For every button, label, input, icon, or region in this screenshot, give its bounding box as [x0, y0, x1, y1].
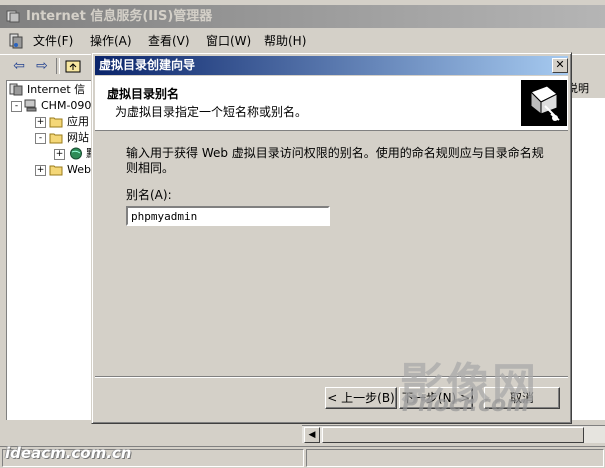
collapse-icon[interactable]: -: [35, 133, 46, 144]
scroll-left-icon[interactable]: ◀: [304, 427, 320, 443]
iis-app-icon: [6, 10, 20, 23]
menu-bar: 文件(F) 操作(A) 查看(V) 窗口(W) 帮助(H): [0, 30, 605, 52]
iis-icon: [9, 83, 23, 96]
iis-console-icon[interactable]: [8, 33, 24, 49]
back-arrow-icon[interactable]: ⇦: [10, 57, 28, 75]
alias-label: 别名(A):: [126, 188, 172, 202]
folder-icon: [49, 117, 63, 128]
wizard-header: 虚拟目录别名 为虚拟目录指定一个短名称或别名。: [95, 76, 568, 131]
main-window-title: Internet 信息服务(IIS)管理器: [26, 9, 213, 24]
menu-window[interactable]: 窗口(W): [206, 33, 251, 49]
watermark-url: ideacm.com.cn: [5, 444, 132, 462]
menu-action[interactable]: 操作(A): [90, 33, 132, 49]
tree-label: CHM-090: [41, 99, 92, 112]
globe-icon: [70, 147, 82, 160]
wizard-title-bar[interactable]: 虚拟目录创建向导 ✕: [95, 56, 568, 75]
status-cell: [306, 449, 604, 467]
folder-icon: [49, 133, 63, 144]
toolbar-separator: [56, 58, 60, 74]
wizard-title: 虚拟目录创建向导: [99, 58, 196, 72]
menu-help[interactable]: 帮助(H): [264, 33, 306, 49]
tree-label: Internet 信: [27, 83, 86, 96]
menu-view[interactable]: 查看(V): [148, 33, 190, 49]
details-pane[interactable]: [572, 98, 605, 428]
horizontal-scrollbar[interactable]: ◀: [302, 425, 605, 443]
tree-label: 应用: [67, 115, 89, 128]
alias-input[interactable]: [126, 206, 330, 226]
wizard-description: 输入用于获得 Web 虚拟目录访问权限的别名。使用的命名规则应与目录命名规则相同…: [126, 146, 544, 175]
expand-icon[interactable]: +: [54, 149, 65, 160]
collapse-icon[interactable]: -: [11, 101, 22, 112]
wizard-step-subtitle: 为虚拟目录指定一个短名称或别名。: [115, 105, 308, 119]
expand-icon[interactable]: +: [35, 165, 46, 176]
wizard-step-title: 虚拟目录别名: [107, 87, 180, 101]
expand-icon[interactable]: +: [35, 117, 46, 128]
console-tree[interactable]: Internet 信 - CHM-090 + 应用 - 网站 + + Web: [6, 80, 97, 442]
scrollbar-thumb[interactable]: [322, 427, 584, 443]
forward-arrow-icon[interactable]: ⇨: [33, 57, 51, 75]
up-folder-icon[interactable]: [64, 57, 82, 75]
menu-file[interactable]: 文件(F): [33, 33, 73, 49]
close-icon[interactable]: ✕: [552, 58, 568, 73]
main-title-bar[interactable]: Internet 信息服务(IIS)管理器: [0, 5, 605, 28]
computer-icon: [24, 99, 37, 112]
back-button[interactable]: < 上一步(B): [325, 387, 397, 409]
tree-label: Web: [67, 163, 91, 176]
wizard-book-icon: [521, 80, 567, 126]
tree-label: 网站: [67, 131, 89, 144]
watermark-logo-en: Phocr.com: [402, 392, 530, 417]
folder-icon: [49, 165, 63, 176]
